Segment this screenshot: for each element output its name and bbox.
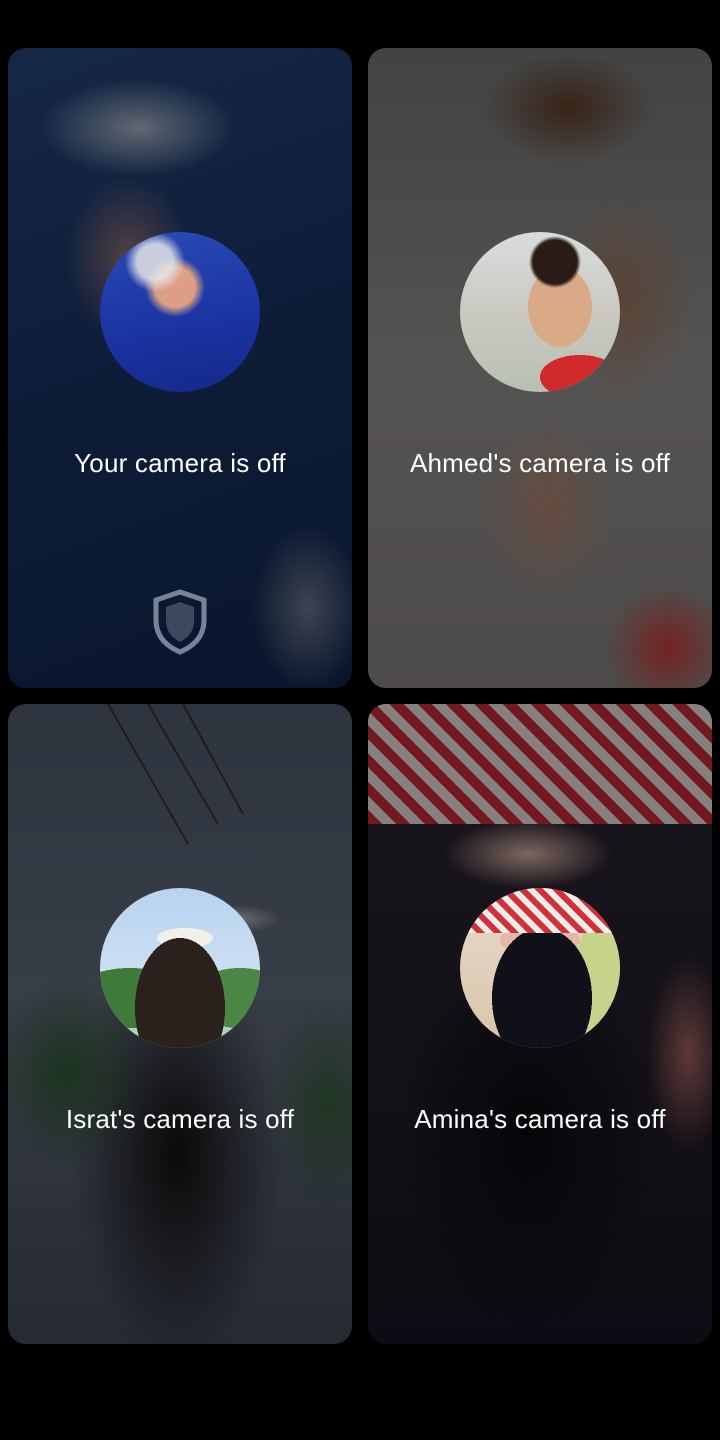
avatar [460,888,620,1048]
participant-tile-ahmed[interactable]: Ahmed's camera is off [368,48,712,688]
user-avatar-photo [460,232,620,392]
avatar [100,232,260,392]
avatar [100,888,260,1048]
user-avatar-photo [100,232,260,392]
camera-status-label: Ahmed's camera is off [409,448,671,478]
camera-status-label: Amina's camera is off [414,1104,666,1134]
participant-tile-self[interactable]: Your camera is off [8,48,352,688]
participant-tile-amina[interactable]: Amina's camera is off [368,704,712,1344]
participant-tile-israt[interactable]: Israt's camera is off [8,704,352,1344]
shield-icon [153,589,207,655]
camera-status-label: Your camera is off [74,448,286,478]
user-avatar-photo [460,888,620,1048]
user-avatar-photo [100,888,260,1048]
avatar [460,232,620,392]
camera-status-label: Israt's camera is off [65,1104,295,1134]
